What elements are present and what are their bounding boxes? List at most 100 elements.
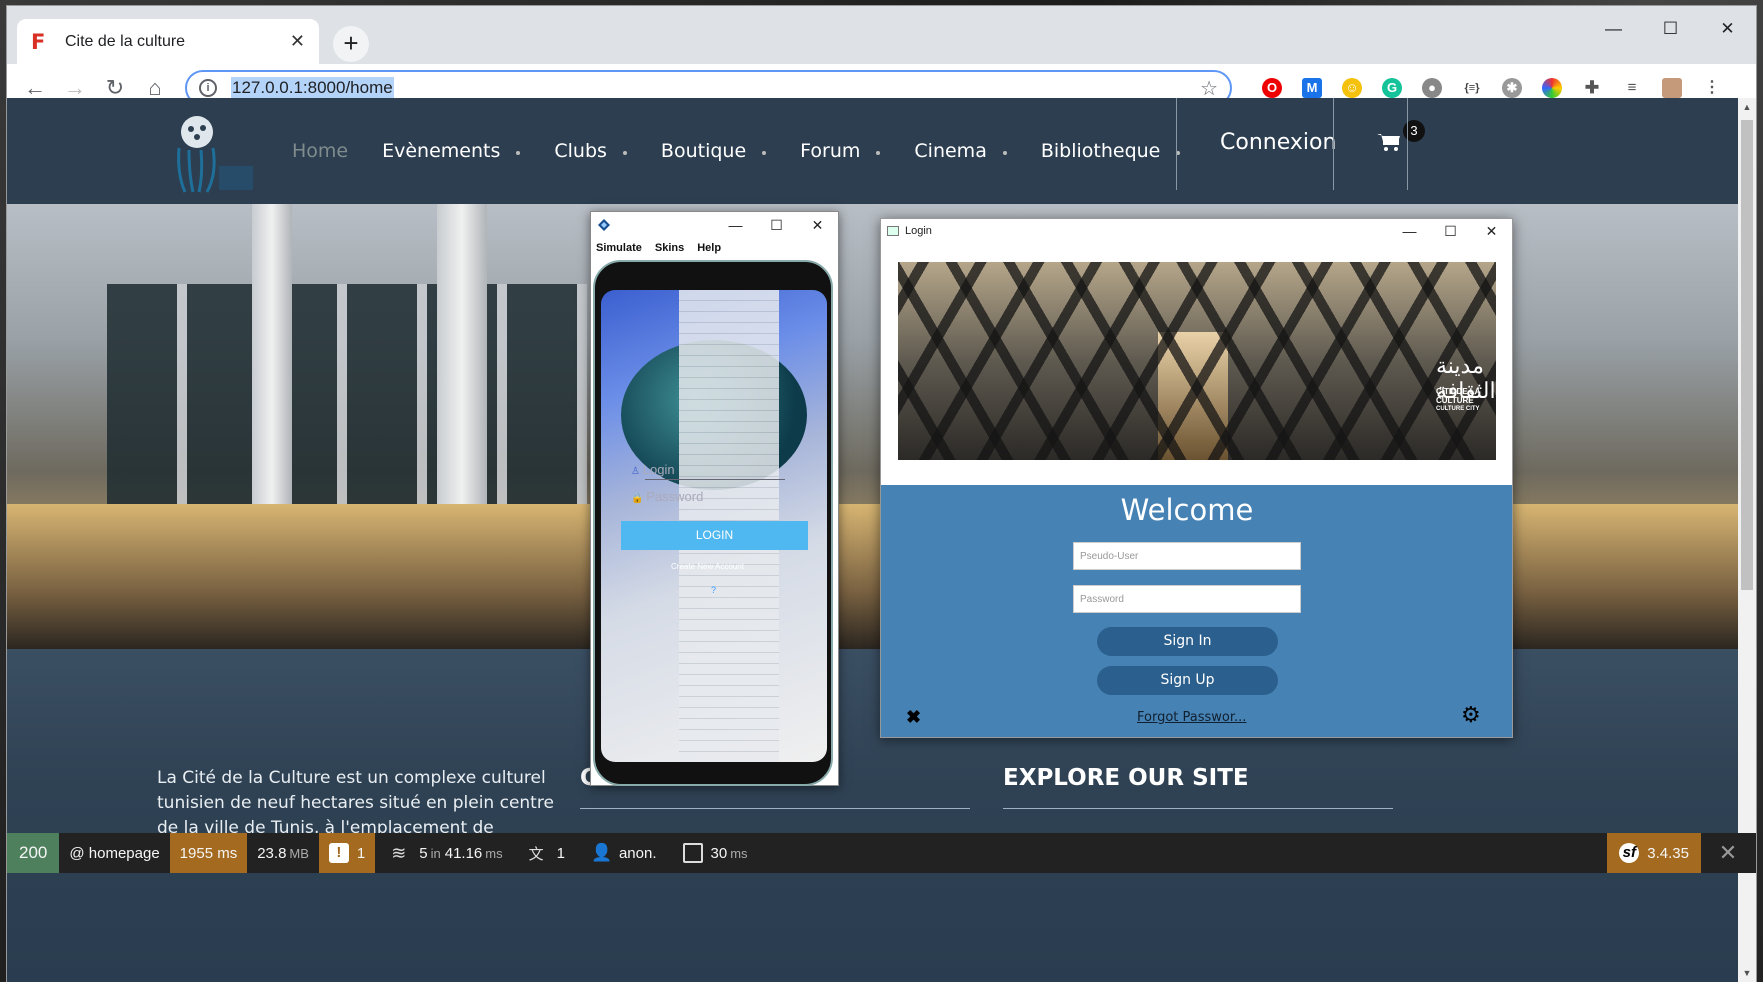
simulator-app-icon (598, 219, 610, 231)
nav-home[interactable]: Home (292, 140, 348, 162)
route-name[interactable]: @ homepage (59, 833, 169, 873)
nav-clubs[interactable]: Clubs (554, 140, 627, 162)
symfony-version[interactable]: sf 3.4.35 (1607, 833, 1701, 873)
phone-password-field[interactable]: 🔒 Password (631, 489, 703, 504)
cache-unit: ms (485, 845, 503, 861)
cache-stats[interactable]: ≋ 5 in 41.16 ms (381, 833, 512, 873)
connexion-link[interactable]: Connexion (1220, 130, 1336, 155)
twig-time[interactable]: 30 ms (673, 833, 758, 873)
translations-count[interactable]: 文 1 (519, 833, 575, 873)
close-tab-icon[interactable]: ✕ (290, 31, 305, 52)
sign-up-button[interactable]: Sign Up (1097, 666, 1278, 695)
extensions-puzzle-icon[interactable]: ✚ (1572, 76, 1612, 100)
phone-login-field[interactable]: ♙ Login (631, 462, 675, 477)
close-icon[interactable]: ✖ (906, 707, 921, 728)
login-banner-image: مدينة الثقافة CITE DE LA CULTURE CULTURE… (898, 262, 1496, 460)
dropdown-dot-icon (516, 151, 521, 155)
bookmark-star-icon[interactable]: ☆ (1200, 76, 1218, 101)
forgot-password-link[interactable]: Forgot Passwor... (1137, 710, 1246, 725)
phone-login-placeholder: Login (642, 462, 675, 477)
banner-logo-text: CITE DE LA CULTURE CULTURE CITY (1436, 387, 1480, 414)
maximize-icon[interactable]: ☐ (756, 217, 797, 234)
color-extension-icon[interactable] (1532, 76, 1572, 100)
phone-login-button[interactable]: LOGIN (621, 521, 808, 550)
twig-value: 30 (710, 844, 728, 862)
close-icon[interactable]: ✕ (1471, 223, 1512, 240)
tab-title: Cite de la culture (65, 32, 186, 50)
emoji-extension-icon[interactable]: ☺ (1332, 76, 1372, 100)
tab-strip: F Cite de la culture ✕ + — ☐ ✕ (7, 6, 1756, 64)
pseudo-user-input[interactable]: Pseudo-User (1073, 542, 1301, 570)
window-app-icon (887, 226, 899, 236)
scroll-up-icon[interactable]: ▲ (1738, 98, 1756, 116)
json-extension-icon[interactable]: {≡} (1452, 76, 1492, 100)
sign-in-button[interactable]: Sign In (1097, 627, 1278, 656)
m-extension-icon[interactable]: M (1292, 76, 1332, 100)
new-tab-button[interactable]: + (333, 26, 369, 62)
nav-boutique[interactable]: Boutique (661, 140, 767, 162)
create-account-link[interactable]: Create New Account (671, 562, 744, 571)
nav-evenements[interactable]: Evènements (382, 140, 521, 162)
request-time[interactable]: 1955 ms (169, 833, 248, 873)
site-logo[interactable] (167, 114, 257, 194)
scroll-down-icon[interactable]: ▼ (1738, 964, 1756, 982)
maximize-icon[interactable]: ☐ (1642, 6, 1699, 52)
symfony-logo-icon: sf (1619, 843, 1640, 863)
maximize-icon[interactable]: ☐ (1430, 223, 1471, 240)
user-icon: 👤 (590, 843, 613, 862)
site-info-icon[interactable]: i (199, 79, 217, 97)
cache-in: in (430, 845, 441, 861)
media-queue-icon[interactable]: ≡ (1612, 76, 1652, 100)
divider (580, 808, 970, 809)
phone-skin: ♙ Login 🔒 Password LOGIN Create New Acco… (593, 260, 833, 786)
minimize-icon[interactable]: — (1389, 223, 1430, 240)
nav-bibliotheque[interactable]: Bibliotheque (1041, 140, 1181, 162)
security-user[interactable]: 👤 anon. (581, 833, 667, 873)
browser-tab[interactable]: F Cite de la culture ✕ (17, 19, 319, 64)
profile-avatar-icon[interactable] (1652, 76, 1692, 100)
header-divider (1333, 98, 1334, 190)
window-controls: — ☐ ✕ (1585, 6, 1756, 52)
browser-menu-icon[interactable]: ⋮ (1692, 76, 1732, 100)
roof-beams (898, 262, 1496, 460)
banner-logo-line: CITE DE LA (1436, 387, 1481, 396)
site-favicon-icon: F (31, 29, 46, 54)
warnings-count[interactable]: ! 1 (318, 833, 376, 873)
close-icon[interactable]: ✕ (797, 217, 838, 234)
login-window-title: Login (905, 225, 932, 237)
twig-unit: ms (730, 845, 748, 861)
record-extension-icon[interactable]: ● (1412, 76, 1452, 100)
memory-usage[interactable]: 23.8 MB (247, 833, 319, 873)
user-value: anon. (618, 844, 657, 862)
menu-simulate[interactable]: Simulate (596, 242, 642, 254)
nav-cinema[interactable]: Cinema (914, 140, 1007, 162)
opera-extension-icon[interactable]: O (1252, 76, 1292, 100)
grammarly-extension-icon[interactable]: G (1372, 76, 1412, 100)
warnings-value: 1 (356, 844, 366, 862)
symfony-debug-toolbar: 200 @ homepage 1955 ms 23.8 MB ! 1 ≋ 5 in… (7, 833, 1756, 873)
gear-icon[interactable]: ⚙ (1461, 702, 1481, 728)
minimize-icon[interactable]: — (715, 217, 756, 234)
menu-skins[interactable]: Skins (655, 242, 684, 254)
login-titlebar: Login — ☐ ✕ (881, 219, 1512, 243)
minimize-icon[interactable]: — (1585, 6, 1642, 52)
divider (1003, 808, 1393, 809)
close-icon[interactable]: ✕ (1699, 6, 1756, 52)
cart-icon[interactable] (1377, 132, 1401, 152)
menu-help[interactable]: Help (697, 242, 721, 254)
dropdown-dot-icon (622, 151, 627, 155)
simulator-window: — ☐ ✕ Simulate Skins Help ♙ Login 🔒 Pass… (590, 211, 839, 786)
phone-password-placeholder: Password (646, 489, 704, 504)
close-toolbar-icon[interactable]: ✕ (1708, 833, 1748, 873)
help-link[interactable]: ? (711, 585, 716, 595)
memory-unit: MB (289, 845, 309, 861)
url-text[interactable]: 127.0.0.1:8000/home (231, 77, 394, 99)
login-window: Login — ☐ ✕ مدينة الثقافة CITE DE LA CUL… (880, 218, 1513, 738)
version-value: 3.4.35 (1647, 844, 1689, 862)
scrollbar-thumb[interactable] (1741, 120, 1753, 590)
dropdown-dot-icon (1002, 151, 1007, 155)
settings-extension-icon[interactable]: ✱ (1492, 76, 1532, 100)
status-code[interactable]: 200 (7, 833, 60, 873)
password-input[interactable]: Password (1073, 585, 1301, 613)
nav-forum[interactable]: Forum (800, 140, 881, 162)
